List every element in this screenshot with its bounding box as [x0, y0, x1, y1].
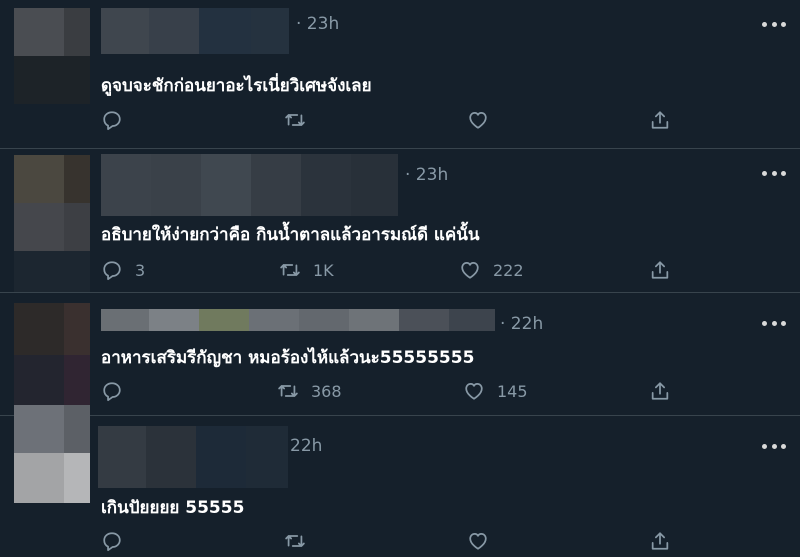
tweet-text: อาหารเสริมรีกัญชา หมอร้องไห้แล้วนะ555555… — [101, 348, 475, 368]
heart-icon — [461, 261, 479, 279]
share-icon — [651, 261, 669, 279]
more-icon — [762, 21, 767, 27]
tweet-text: เกินปัยยยย 55555 — [101, 498, 245, 518]
share-button[interactable] — [649, 258, 671, 282]
retweet-icon — [285, 114, 305, 126]
author-name-blurred[interactable] — [98, 426, 288, 488]
reply-button[interactable] — [101, 529, 135, 553]
like-button[interactable] — [467, 529, 501, 553]
avatar[interactable] — [14, 155, 90, 293]
tweet-timestamp[interactable]: · 23h — [296, 14, 339, 34]
author-name-blurred[interactable] — [101, 154, 398, 216]
like-button[interactable] — [467, 108, 501, 132]
more-options-button[interactable] — [762, 317, 786, 329]
retweet-button[interactable]: 1K — [279, 258, 334, 282]
like-button[interactable]: 222 — [459, 258, 524, 282]
avatar[interactable] — [14, 303, 90, 409]
tweet[interactable]: · 22h อาหารเสริมรีกัญชา หมอร้องไห้แล้วนะ… — [0, 293, 800, 415]
reply-count: 3 — [135, 260, 146, 280]
reply-icon — [103, 532, 121, 552]
author-name-blurred[interactable] — [101, 8, 289, 54]
more-icon — [762, 443, 767, 449]
tweet-text: ดูจบจะชักก่อนยาอะไรเนี่ยวิเศษจังเลย — [101, 76, 372, 96]
avatar[interactable] — [14, 8, 90, 104]
tweet-timestamp[interactable]: 22h — [290, 436, 322, 456]
share-icon — [651, 532, 669, 550]
retweet-button[interactable] — [284, 108, 318, 132]
share-icon — [651, 382, 669, 400]
tweet[interactable]: · 23h ดูจบจะชักก่อนยาอะไรเนี่ยวิเศษจังเล… — [0, 0, 800, 148]
retweet-button[interactable]: 368 — [277, 379, 342, 403]
tweet-text: อธิบายให้ง่ายกว่าคือ กินน้ำตาลแล้วอารมณ์… — [101, 225, 480, 245]
more-options-button[interactable] — [762, 440, 786, 452]
like-count: 145 — [497, 381, 528, 401]
tweet-timestamp[interactable]: · 23h — [405, 165, 448, 185]
reply-button[interactable]: 3 — [101, 258, 145, 282]
reply-icon — [103, 261, 121, 281]
more-options-button[interactable] — [762, 167, 786, 179]
tweet-actions — [101, 529, 681, 553]
retweet-icon — [280, 264, 300, 276]
reply-button[interactable] — [101, 379, 135, 403]
heart-icon — [465, 382, 483, 400]
tweet-timestamp[interactable]: · 22h — [500, 314, 543, 334]
retweet-icon — [285, 535, 305, 547]
retweet-icon — [278, 385, 298, 397]
retweet-count: 1K — [313, 260, 334, 280]
tweet[interactable]: 22h เกินปัยยยย 55555 — [0, 405, 800, 557]
more-options-button[interactable] — [762, 18, 786, 30]
share-icon — [651, 111, 669, 129]
more-icon — [762, 320, 767, 326]
tweet-actions: 3 1K 222 — [101, 258, 681, 282]
author-name-blurred[interactable] — [101, 309, 495, 331]
retweet-button[interactable] — [284, 529, 318, 553]
tweet[interactable]: · 23h อธิบายให้ง่ายกว่าคือ กินน้ำตาลแล้ว… — [0, 149, 800, 293]
share-button[interactable] — [649, 108, 671, 132]
heart-icon — [469, 111, 487, 129]
reply-icon — [103, 382, 121, 402]
share-button[interactable] — [649, 529, 671, 553]
like-button[interactable]: 145 — [463, 379, 528, 403]
more-icon — [762, 170, 767, 176]
tweet-actions — [101, 108, 681, 132]
tweet-actions: 368 145 — [101, 379, 681, 403]
reply-button[interactable] — [101, 108, 135, 132]
reply-icon — [103, 111, 121, 131]
like-count: 222 — [493, 260, 524, 280]
retweet-count: 368 — [311, 381, 342, 401]
share-button[interactable] — [649, 379, 671, 403]
heart-icon — [469, 532, 487, 550]
avatar[interactable] — [14, 405, 90, 503]
